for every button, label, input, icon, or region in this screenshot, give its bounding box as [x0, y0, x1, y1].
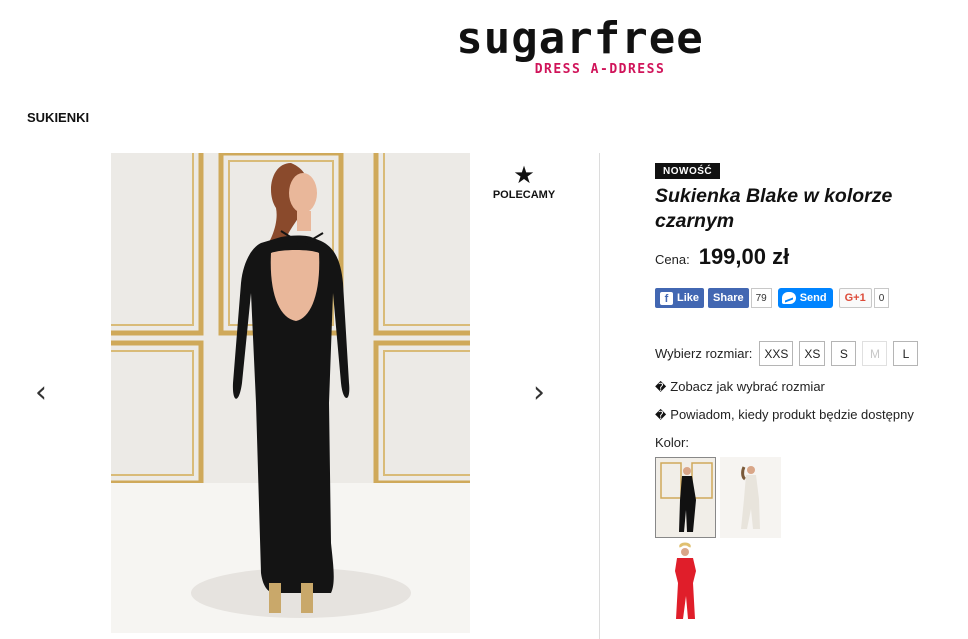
size-guide-label: Zobacz jak wybrać rozmiar [670, 379, 825, 394]
facebook-icon: f [660, 291, 673, 305]
recommended-label: POLECAMY [492, 189, 556, 201]
logo-tagline: DRESS A-DDRESS [534, 62, 666, 77]
size-option-m[interactable]: M [862, 341, 888, 366]
size-selector: Wybierz rozmiar: XXS XS S M L [655, 341, 924, 366]
messenger-icon [781, 292, 796, 304]
logo-wordmark: sugarfree [456, 13, 704, 64]
swatch-red-image [655, 541, 716, 622]
size-option-xxs[interactable]: XXS [759, 341, 794, 366]
size-option-s[interactable]: S [831, 341, 857, 366]
info-glyph-icon: � [655, 381, 667, 394]
google-plus-button[interactable]: G+1 [838, 288, 872, 308]
notify-label: Powiadom, kiedy produkt będzie dostępny [670, 407, 914, 422]
site-logo[interactable]: sugarfree DRESS A-DDRESS [450, 13, 710, 78]
messenger-send-label: Send [799, 292, 827, 304]
facebook-share-button[interactable]: Share [708, 288, 749, 308]
gallery-next-arrow-icon[interactable]: › [524, 378, 554, 408]
price-row: Cena: 199,00 zł [655, 244, 789, 270]
star-icon: ★ [513, 161, 535, 189]
gallery-prev-arrow-icon[interactable]: ‹ [26, 378, 56, 408]
google-plus-count: 0 [873, 288, 890, 308]
color-swatch-red[interactable] [655, 541, 716, 622]
color-swatch-black[interactable] [655, 457, 716, 538]
size-option-l[interactable]: L [893, 341, 919, 366]
breadcrumb[interactable]: SUKIENKI [27, 110, 89, 125]
color-label: Kolor: [655, 435, 689, 450]
swatch-black-image [656, 458, 715, 537]
share-count: 79 [750, 288, 772, 308]
facebook-like-button[interactable]: f Like [655, 288, 705, 308]
product-title: Sukienka Blake w kolorze czarnym [655, 185, 893, 232]
size-guide-link[interactable]: � Zobacz jak wybrać rozmiar [655, 379, 825, 394]
facebook-share-label: Share [713, 292, 744, 304]
messenger-send-button[interactable]: Send [777, 288, 833, 308]
product-photo-illustration [111, 153, 470, 633]
price-value: 199,00 zł [698, 244, 790, 269]
new-badge: NOWOŚĆ [655, 163, 721, 179]
color-swatch-white[interactable] [720, 457, 781, 538]
facebook-like-label: Like [677, 292, 700, 304]
recommended-badge: ★ POLECAMY [490, 163, 558, 201]
bell-glyph-icon: � [655, 409, 667, 422]
price-label: Cena: [655, 251, 690, 267]
size-label: Wybierz rozmiar: [655, 346, 753, 361]
size-option-xs[interactable]: XS [799, 341, 826, 366]
swatch-white-image [720, 457, 781, 538]
column-divider [599, 153, 600, 639]
product-main-image[interactable] [111, 153, 470, 633]
notify-availability-link[interactable]: � Powiadom, kiedy produkt będzie dostępny [655, 407, 914, 422]
social-buttons: f Like Share 79 Send G+1 0 [655, 288, 890, 308]
